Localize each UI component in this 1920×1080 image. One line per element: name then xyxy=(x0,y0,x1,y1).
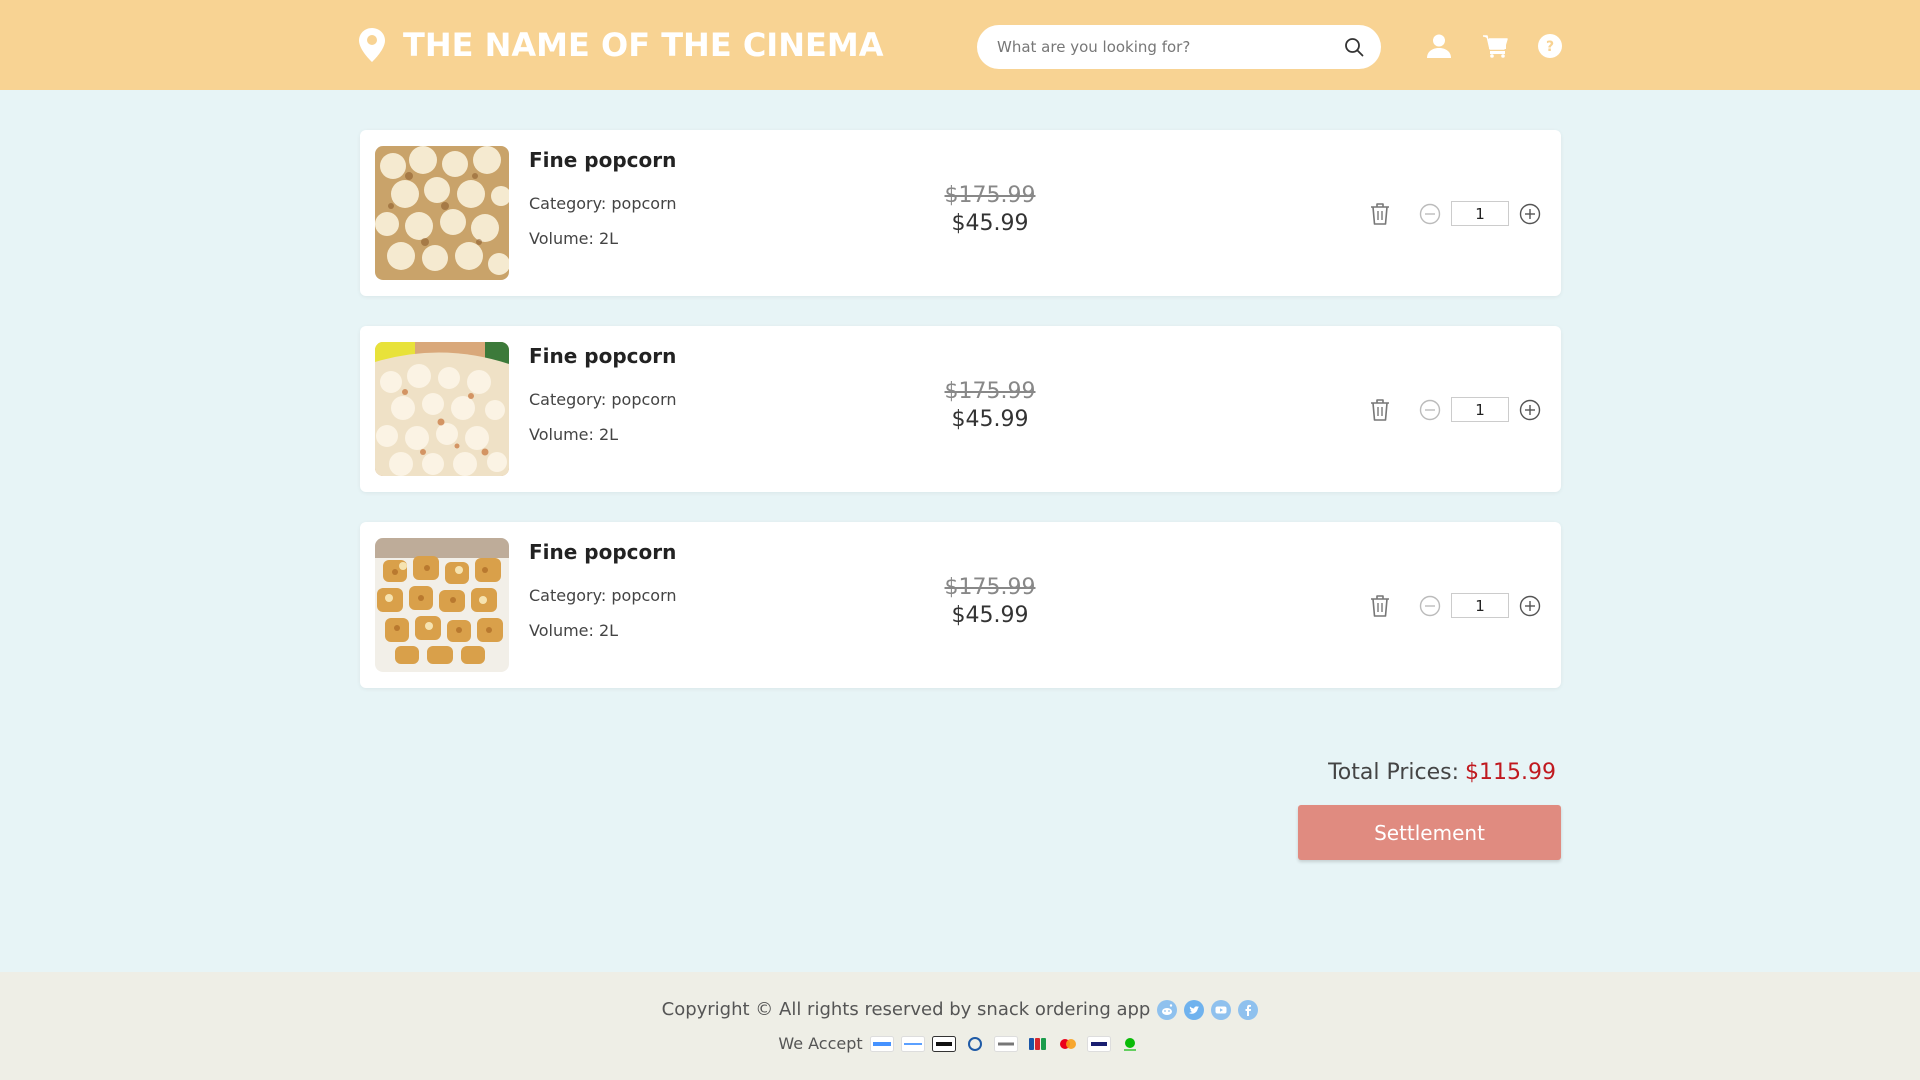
google-pay-icon xyxy=(993,1035,1018,1052)
visa-icon xyxy=(1086,1035,1111,1052)
brand[interactable]: THE NAME OF THE CINEMA xyxy=(357,24,883,66)
copyright-text: Copyright © All rights reserved by snack… xyxy=(661,999,1151,1020)
reddit-icon[interactable] xyxy=(1157,999,1178,1020)
help-icon[interactable]: ? xyxy=(1537,33,1563,59)
copyright-row: Copyright © All rights reserved by snack… xyxy=(0,999,1920,1020)
search-input[interactable] xyxy=(997,38,1343,56)
diners-icon xyxy=(967,1036,982,1051)
trash-icon[interactable] xyxy=(1369,594,1391,618)
minus-circle-icon[interactable] xyxy=(1419,399,1441,421)
item-name: Fine popcorn xyxy=(529,148,677,172)
trash-icon[interactable] xyxy=(1369,398,1391,422)
item-name: Fine popcorn xyxy=(529,344,677,368)
apple-pay-icon xyxy=(931,1035,956,1052)
site-header: THE NAME OF THE CINEMA ? xyxy=(0,0,1920,90)
cart-item: Fine popcorn Category: popcorn Volume: 2… xyxy=(360,326,1561,492)
jcb-icon xyxy=(1028,1037,1046,1050)
total-prices: Total Prices: $115.99 xyxy=(1200,760,1556,785)
plus-circle-icon[interactable] xyxy=(1519,203,1541,225)
quantity-input[interactable] xyxy=(1451,201,1509,226)
item-volume: Volume: 2L xyxy=(529,621,619,640)
search-icon xyxy=(1345,38,1364,57)
youtube-icon[interactable] xyxy=(1211,999,1232,1020)
item-volume: Volume: 2L xyxy=(529,229,619,248)
minus-circle-icon[interactable] xyxy=(1419,203,1441,225)
original-price: $175.99 xyxy=(944,379,1036,404)
plus-circle-icon[interactable] xyxy=(1519,399,1541,421)
svg-text:?: ? xyxy=(1546,39,1554,55)
trash-icon[interactable] xyxy=(1369,202,1391,226)
item-category: Category: popcorn xyxy=(529,194,677,213)
sale-price: $45.99 xyxy=(951,407,1029,432)
sale-price: $45.99 xyxy=(951,603,1029,628)
twitter-icon[interactable] xyxy=(1184,999,1205,1020)
search-bar xyxy=(977,25,1381,69)
quantity-input[interactable] xyxy=(1451,397,1509,422)
cart-item: Fine popcorn Category: popcorn Volume: 2… xyxy=(360,130,1561,296)
total-value: $115.99 xyxy=(1465,760,1556,785)
brand-name: THE NAME OF THE CINEMA xyxy=(403,26,884,64)
sale-price: $45.99 xyxy=(951,211,1029,236)
item-name: Fine popcorn xyxy=(529,540,677,564)
settlement-button[interactable]: Settlement xyxy=(1298,805,1561,860)
minus-circle-icon[interactable] xyxy=(1419,595,1441,617)
total-label: Total Prices: xyxy=(1328,760,1460,785)
product-image xyxy=(375,146,509,280)
mastercard-icon xyxy=(1059,1038,1076,1049)
user-icon[interactable] xyxy=(1426,33,1452,59)
quantity-input[interactable] xyxy=(1451,593,1509,618)
product-image xyxy=(375,342,509,476)
item-category: Category: popcorn xyxy=(529,390,677,409)
search-button[interactable] xyxy=(1343,36,1365,58)
item-category: Category: popcorn xyxy=(529,586,677,605)
facebook-icon[interactable] xyxy=(1238,999,1259,1020)
alipay-icon xyxy=(900,1035,925,1052)
plus-circle-icon[interactable] xyxy=(1519,595,1541,617)
cart-item: Fine popcorn Category: popcorn Volume: 2… xyxy=(360,522,1561,688)
alipay-cn-icon xyxy=(869,1035,894,1052)
original-price: $175.99 xyxy=(944,183,1036,208)
original-price: $175.99 xyxy=(944,575,1036,600)
price-box: $175.99 $45.99 xyxy=(920,378,1060,434)
item-volume: Volume: 2L xyxy=(529,425,619,444)
price-box: $175.99 $45.99 xyxy=(920,574,1060,630)
accept-label: We Accept xyxy=(778,1034,863,1053)
location-pin-icon xyxy=(359,28,385,62)
payment-row: We Accept xyxy=(0,1034,1920,1053)
price-box: $175.99 $45.99 xyxy=(920,182,1060,238)
site-footer: Copyright © All rights reserved by snack… xyxy=(0,972,1920,1080)
wechat-pay-icon xyxy=(1123,1037,1136,1051)
product-image xyxy=(375,538,509,672)
cart-icon[interactable] xyxy=(1482,33,1508,59)
